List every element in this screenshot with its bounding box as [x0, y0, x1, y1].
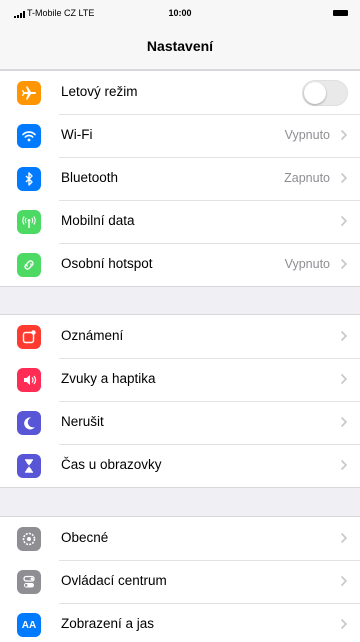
- settings-row-general[interactable]: Obecné: [0, 517, 360, 560]
- navigation-bar: Nastavení: [0, 28, 360, 70]
- settings-row-label: Wi-Fi: [61, 127, 93, 142]
- page-title: Nastavení: [146, 38, 214, 54]
- settings-row-label: Mobilní data: [61, 213, 135, 228]
- settings-row-label: Ovládací centrum: [61, 573, 167, 588]
- chevron-right-icon: [340, 258, 348, 270]
- antenna-icon: [17, 210, 41, 234]
- chevron-right-icon: [340, 172, 348, 184]
- settings-group-notifications: Oznámení Zvuky a haptika Nerušit Čas u o…: [0, 314, 360, 488]
- battery-icon: [333, 10, 348, 16]
- AA-icon: AA: [17, 613, 41, 637]
- settings-row-control-center[interactable]: Ovládací centrum: [0, 560, 360, 603]
- chevron-right-icon: [340, 129, 348, 141]
- settings-row-wifi[interactable]: Wi-Fi Vypnuto: [0, 114, 360, 157]
- settings-row-label: Letový režim: [61, 84, 138, 99]
- notifications-icon: [17, 325, 41, 349]
- chevron-right-icon: [340, 459, 348, 471]
- settings-row-label: Čas u obrazovky: [61, 457, 162, 472]
- hourglass-icon: [17, 454, 41, 478]
- settings-row-label: Zobrazení a jas: [61, 616, 155, 631]
- toggle-knob: [304, 82, 326, 104]
- settings-row-label: Nerušit: [61, 414, 104, 429]
- settings-row-display-brightness[interactable]: AA Zobrazení a jas: [0, 603, 360, 642]
- settings-row-notifications[interactable]: Oznámení: [0, 315, 360, 358]
- settings-row-personal-hotspot[interactable]: Osobní hotspot Vypnuto: [0, 243, 360, 286]
- settings-row-do-not-disturb[interactable]: Nerušit: [0, 401, 360, 444]
- settings-row-label: Osobní hotspot: [61, 256, 153, 271]
- airplane-mode-toggle[interactable]: [302, 80, 348, 106]
- status-bar: T-Mobile CZ LTE 10:00: [0, 0, 360, 28]
- settings-row-value: Zapnuto: [284, 171, 330, 185]
- chevron-right-icon: [340, 416, 348, 428]
- settings-row-screen-time[interactable]: Čas u obrazovky: [0, 444, 360, 487]
- hotspot-link-icon: [17, 253, 41, 277]
- chevron-right-icon: [340, 215, 348, 227]
- chevron-right-icon: [340, 575, 348, 587]
- settings-group-connectivity: Letový režim Wi-Fi Vypnuto Bluetooth Zap…: [0, 70, 360, 287]
- airplane-icon: [17, 81, 41, 105]
- control-center-icon: [17, 570, 41, 594]
- settings-row-bluetooth[interactable]: Bluetooth Zapnuto: [0, 157, 360, 200]
- settings-row-label: Obecné: [61, 530, 109, 545]
- bluetooth-icon: [17, 167, 41, 191]
- clock: 10:00: [168, 8, 192, 18]
- chevron-right-icon: [340, 532, 348, 544]
- chevron-right-icon: [340, 373, 348, 385]
- gear-icon: [17, 527, 41, 551]
- moon-icon: [17, 411, 41, 435]
- chevron-right-icon: [340, 330, 348, 342]
- speaker-icon: [17, 368, 41, 392]
- settings-row-label: Zvuky a haptika: [61, 371, 156, 386]
- settings-row-label: Oznámení: [61, 328, 124, 343]
- settings-row-airplane-mode[interactable]: Letový režim: [0, 71, 360, 114]
- settings-row-mobile-data[interactable]: Mobilní data: [0, 200, 360, 243]
- settings-group-general: Obecné Ovládací centrum AA Zobrazení a j…: [0, 516, 360, 642]
- chevron-right-icon: [340, 618, 348, 630]
- settings-row-value: Vypnuto: [284, 257, 330, 271]
- wifi-icon: [17, 124, 41, 148]
- settings-row-label: Bluetooth: [61, 170, 119, 185]
- settings-row-sounds-haptics[interactable]: Zvuky a haptika: [0, 358, 360, 401]
- settings-row-value: Vypnuto: [284, 128, 330, 142]
